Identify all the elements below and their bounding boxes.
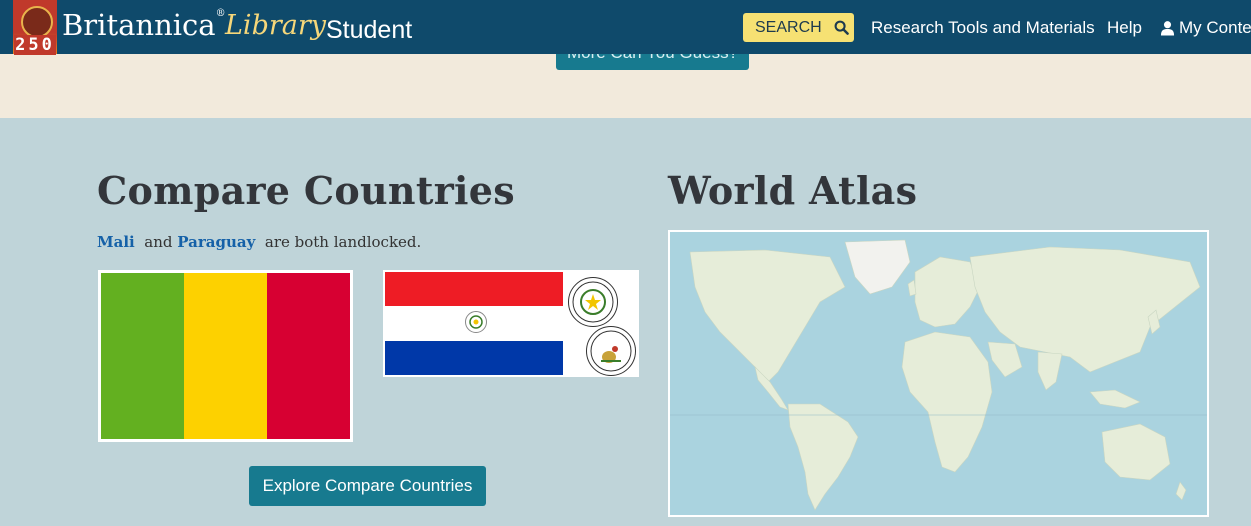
country-link-paraguay[interactable]: Paraguay [177,233,255,251]
mali-flag-red-band [267,273,350,439]
library-wordmark: Library [225,10,327,41]
paraguay-center-seal-icon [465,311,487,333]
top-header: 250 Britannica® Library Student SEARCH R… [0,0,1251,55]
product-name: Student [326,16,413,44]
search-button[interactable]: SEARCH [743,13,854,42]
paraguay-flag[interactable] [383,270,639,377]
world-atlas-title: World Atlas [668,168,918,213]
nav-my-content-label: My Conten [1179,18,1251,37]
nav-my-content[interactable]: My Conten [1160,18,1251,38]
country-link-mali[interactable]: Mali [97,233,135,251]
nav-help[interactable]: Help [1107,18,1142,38]
promo-band: More Can You Guess? [0,40,1251,118]
world-atlas-map[interactable] [668,230,1209,517]
mali-flag[interactable] [98,270,353,442]
thistle-emblem-icon [21,6,53,38]
explore-compare-countries-button[interactable]: Explore Compare Countries [249,466,486,506]
paraguay-obverse-seal-icon [568,277,618,327]
paraguay-red-stripe [385,272,563,307]
mali-flag-yellow-band [184,273,267,439]
nav-research-tools[interactable]: Research Tools and Materials [871,18,1095,38]
user-icon [1160,21,1175,36]
compare-connector: and [144,233,173,251]
compare-countries-title: Compare Countries [97,168,515,213]
brand-text: Britannica [62,8,216,42]
world-map-graphic [670,232,1207,515]
paraguay-blue-stripe [385,340,563,375]
search-icon [834,20,849,35]
paraguay-reverse-seal-icon [586,326,636,376]
brand-name[interactable]: Britannica® [62,8,226,42]
mali-flag-green-band [101,273,184,439]
compare-sentence: Mali and Paraguay are both landlocked. [97,233,421,251]
search-label: SEARCH [755,18,822,36]
logo-anniversary-number: 250 [14,35,56,55]
compare-suffix: are both landlocked. [264,233,422,251]
britannica-250-logo[interactable]: 250 [13,0,57,55]
explore-button-label: Explore Compare Countries [262,476,473,495]
